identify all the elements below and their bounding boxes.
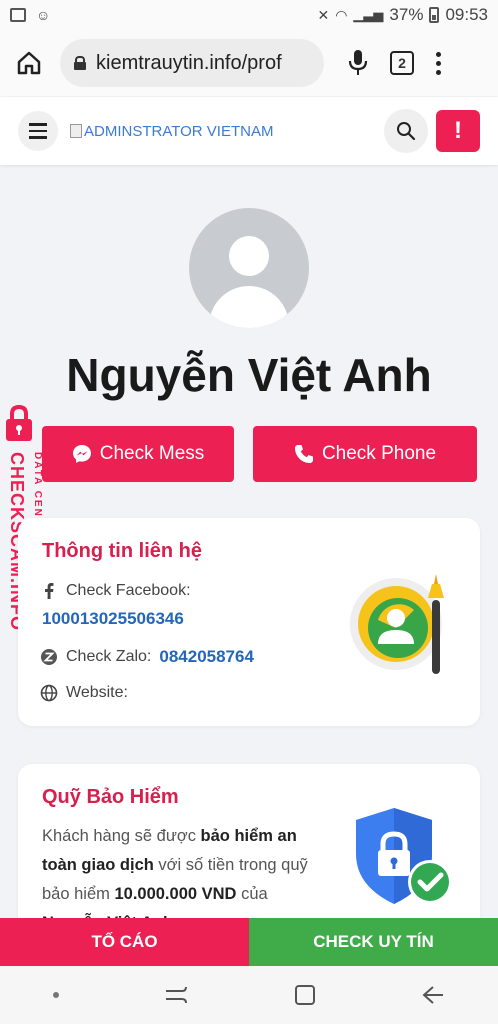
security-shield-icon <box>356 808 452 904</box>
globe-icon <box>40 684 58 702</box>
wifi-icon: ◠ <box>335 6 348 23</box>
contact-info-card: Thông tin liên hệ Check Facebook: 100013… <box>18 518 480 726</box>
tab-switcher-button[interactable]: 2 <box>390 51 414 75</box>
gallery-notification-icon <box>10 8 26 22</box>
facebook-id-link[interactable]: 100013025506346 <box>42 609 184 629</box>
padlock-icon <box>6 404 32 441</box>
broken-image-icon <box>70 124 82 138</box>
contact-card-title: Thông tin liên hệ <box>42 540 202 562</box>
mute-icon: ✕ <box>317 6 330 23</box>
check-reputation-button[interactable]: CHECK UY TÍN <box>249 918 498 966</box>
search-icon <box>397 122 416 141</box>
url-text: kiemtrauytin.info/prof <box>96 51 282 74</box>
url-bar[interactable]: kiemtrauytin.info/prof <box>60 39 324 87</box>
facebook-row: Check Facebook: <box>40 582 191 600</box>
browser-toolbar: kiemtrauytin.info/prof 2 <box>0 30 498 96</box>
check-mess-label: Check Mess <box>99 443 205 464</box>
facebook-icon <box>40 582 58 600</box>
battery-percent: 37% <box>389 5 424 24</box>
insurance-card-title: Quỹ Bảo Hiểm <box>42 786 179 808</box>
status-bar: ☺ ✕ ◠ ▁▃▅ 37% 09:53 <box>0 0 498 30</box>
lock-icon <box>74 56 86 70</box>
site-logo[interactable]: ADMINSTRATOR VIETNAM <box>70 123 273 140</box>
home-icon[interactable] <box>12 46 46 80</box>
battery-icon <box>429 7 440 23</box>
check-phone-button[interactable]: Check Phone <box>253 426 477 482</box>
zalo-row: Check Zalo: 0842058764 <box>40 647 254 667</box>
check-phone-label: Check Phone <box>321 443 437 464</box>
phone-icon <box>294 445 313 463</box>
clock: 09:53 <box>445 5 488 24</box>
bottom-action-bar: TỐ CÁO CHECK UY TÍN <box>0 918 498 966</box>
profile-name: Nguyễn Việt Anh <box>66 349 432 401</box>
signal-icon: ▁▃▅ <box>353 7 384 22</box>
website-label: Website: <box>66 684 128 701</box>
check-mess-button[interactable]: Check Mess <box>42 426 234 482</box>
zalo-icon <box>40 648 58 666</box>
website-row: Website: <box>40 684 128 702</box>
browser-menu-icon[interactable] <box>436 51 441 75</box>
zalo-value-link[interactable]: 0842058764 <box>159 647 254 667</box>
system-navigation-bar <box>0 966 498 1024</box>
facebook-label: Check Facebook: <box>66 582 191 599</box>
hamburger-menu-button[interactable] <box>18 111 58 151</box>
report-button[interactable]: TỐ CÁO <box>0 918 249 966</box>
messenger-icon <box>72 445 91 463</box>
site-header: ADMINSTRATOR VIETNAM ! <box>0 97 498 165</box>
app-notification-icon: ☺ <box>36 7 51 23</box>
nav-indicator-dot <box>52 992 59 998</box>
contact-profile-illustration <box>350 574 444 674</box>
logo-alt-text: ADMINSTRATOR VIETNAM <box>84 122 274 140</box>
microphone-icon[interactable] <box>346 46 370 80</box>
search-button[interactable] <box>384 109 428 153</box>
profile-avatar <box>189 208 309 328</box>
zalo-label: Check Zalo: <box>66 648 152 665</box>
recent-apps-icon[interactable] <box>164 985 188 1005</box>
alert-button[interactable]: ! <box>436 110 480 152</box>
home-nav-icon[interactable] <box>294 984 316 1006</box>
back-arrow-icon[interactable] <box>421 985 445 1005</box>
